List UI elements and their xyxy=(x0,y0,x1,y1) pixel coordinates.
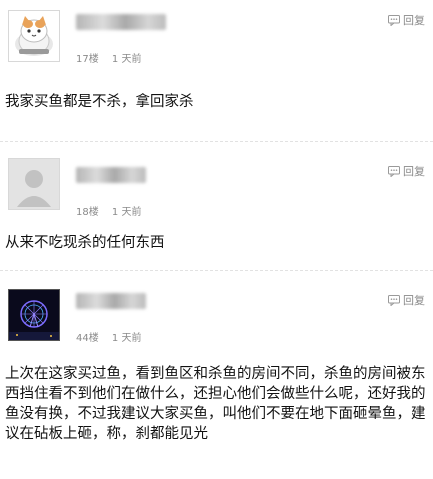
username-blurred[interactable] xyxy=(76,167,146,183)
comment-item: 44楼 1 天前 回复 上次在这家买过鱼，看到鱼区和杀鱼的房间不同，杀鱼的房间被… xyxy=(0,276,433,479)
reply-icon xyxy=(388,14,400,26)
floor-number: 17楼 xyxy=(76,54,99,65)
post-time: 1 天前 xyxy=(111,54,142,65)
reply-button[interactable]: 回复 xyxy=(388,12,425,28)
comment-item: 18楼 1 天前 回复 从来不吃现杀的任何东西 xyxy=(0,145,433,265)
avatar[interactable] xyxy=(8,158,60,210)
reply-label: 回复 xyxy=(403,165,425,178)
comment-meta: 18楼 1 天前 xyxy=(76,203,151,218)
avatar[interactable] xyxy=(8,10,60,62)
divider xyxy=(0,270,433,271)
floor-number: 44楼 xyxy=(76,333,99,344)
divider xyxy=(0,141,433,142)
reply-label: 回复 xyxy=(403,294,425,307)
post-time: 1 天前 xyxy=(111,333,142,344)
avatar[interactable] xyxy=(8,289,60,341)
floor-number: 18楼 xyxy=(76,207,99,218)
reply-label: 回复 xyxy=(403,14,425,27)
reply-button[interactable]: 回复 xyxy=(388,292,425,308)
username-blurred[interactable] xyxy=(76,14,166,30)
reply-icon xyxy=(388,165,400,177)
comment-meta: 44楼 1 天前 xyxy=(76,329,151,344)
post-time: 1 天前 xyxy=(111,207,142,218)
comment-text: 从来不吃现杀的任何东西 xyxy=(5,235,165,251)
comment-meta: 17楼 1 天前 xyxy=(76,50,151,65)
reply-icon xyxy=(388,294,400,306)
comment-text: 我家买鱼都是不杀，拿回家杀 xyxy=(5,94,194,110)
comment-text: 上次在这家买过鱼，看到鱼区和杀鱼的房间不同，杀鱼的房间被东西挡住看不到他们在做什… xyxy=(5,366,426,442)
username-blurred[interactable] xyxy=(76,293,146,309)
reply-button[interactable]: 回复 xyxy=(388,163,425,179)
comment-item: 17楼 1 天前 回复 我家买鱼都是不杀，拿回家杀 xyxy=(0,0,433,135)
